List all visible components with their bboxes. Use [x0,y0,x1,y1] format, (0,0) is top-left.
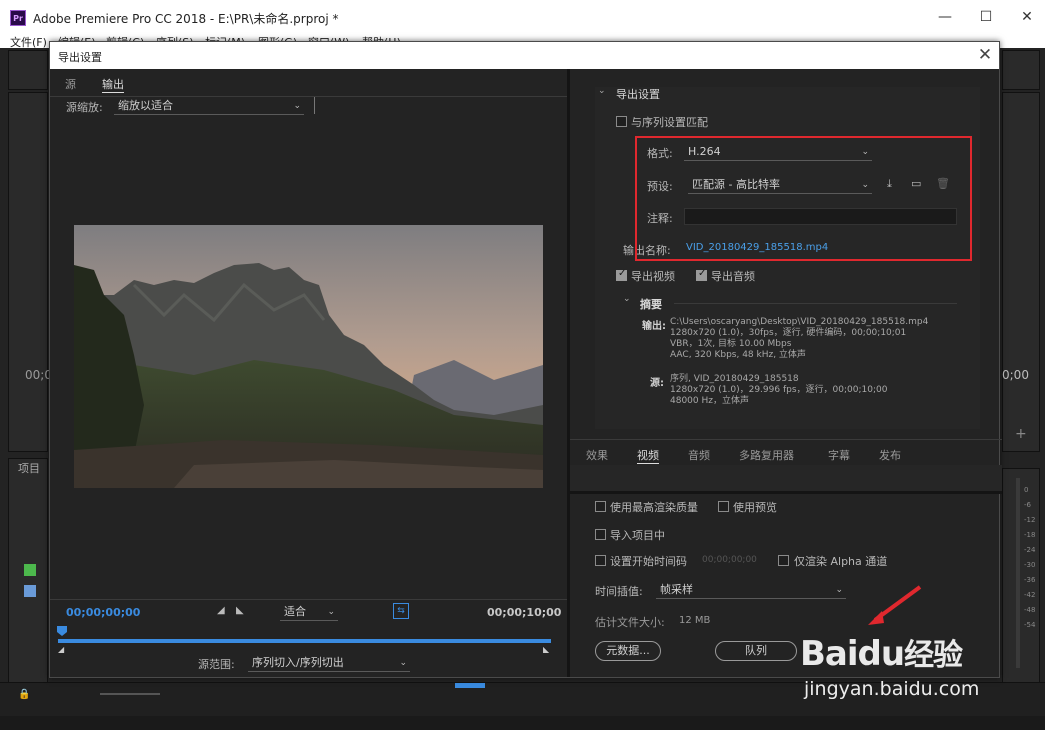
time-interpolation-dropdown[interactable]: 帧采样 ⌄ [656,582,846,599]
use-previews-checkbox[interactable] [718,501,729,512]
lock-icon[interactable]: 🔒 [18,689,30,700]
clip-blue-swatch [24,585,36,597]
out-point-icon[interactable]: ◣ [543,645,549,654]
export-video-checkbox[interactable] [616,268,627,281]
match-sequence-checkbox[interactable] [616,116,627,127]
max-render-quality-label: 使用最高渲染质量 [610,501,698,514]
watermark-url: jingyan.baidu.com [804,678,980,700]
bg-timecode-left: 00;0 [25,368,52,382]
source-scale-label: 源缩放: [66,101,103,114]
minimize-icon[interactable]: — [925,4,965,30]
export-audio-checkbox[interactable] [696,268,707,281]
tab-publish[interactable]: 发布 [879,447,901,463]
summary-output-label: 输出: [642,321,666,332]
maximize-icon[interactable]: ☐ [966,4,1006,30]
tab-source[interactable]: 源 [65,76,76,92]
add-icon[interactable]: + [1015,426,1027,442]
fit-dropdown[interactable]: 适合 ⌄ [280,604,338,621]
highlight-annotation-box [635,136,972,261]
collapse-chevron-icon[interactable]: ⌄ [598,86,606,96]
summary-title: 摘要 [640,298,662,311]
import-into-project-label: 导入项目中 [610,529,665,542]
tab-effects[interactable]: 效果 [586,447,608,463]
preview-end-timecode: 00;00;10;00 [487,606,562,619]
tab-output[interactable]: 输出 [102,76,124,93]
dialog-title-bar: 导出设置 ✕ [50,42,999,69]
timeline-marker [455,683,485,688]
source-range-label: 源范围: [198,658,235,671]
chevron-down-icon: ⌄ [293,101,301,111]
start-timecode-value: 00;00;00;00 [702,555,757,565]
window-close-icon[interactable]: ✕ [1007,4,1045,30]
bg-timecode-right: 0;00 [1002,368,1029,382]
summary-source-label: 源: [650,378,664,389]
max-render-quality-checkbox[interactable] [595,501,606,512]
import-into-project-checkbox[interactable] [595,529,606,540]
file-size-label: 估计文件大小: [595,616,665,629]
source-scale-dropdown[interactable]: 缩放以适合 ⌄ [114,98,304,115]
summary-output-text: C:\Users\oscaryang\Desktop\VID_20180429_… [670,317,929,360]
use-previews-label: 使用预览 [733,501,777,514]
bg-project-tab[interactable]: 项目 [18,460,40,476]
tab-multiplexer[interactable]: 多路复用器 [739,447,794,463]
chevron-down-icon: ⌄ [399,658,407,668]
preview-pane: 源 输出 源缩放: 缩放以适合 ⌄ 00;00;00;00 ◢ ◣ 适合 ⌄ ⇆… [50,69,567,677]
time-interpolation-label: 时间插值: [595,585,643,598]
queue-button[interactable]: 队列 [715,641,797,661]
export-audio-label: 导出音频 [711,270,755,283]
playhead-icon[interactable] [57,626,67,636]
landscape-photo [74,225,543,488]
metadata-button[interactable]: 元数据... [595,641,661,661]
chevron-down-icon: ⌄ [327,607,335,617]
zoom-slider[interactable] [100,693,160,695]
dialog-title: 导出设置 [58,51,102,64]
mark-out-icon[interactable]: ◣ [236,605,244,616]
tab-captions[interactable]: 字幕 [828,447,850,463]
program-monitor-panel [1002,92,1040,452]
summary-chevron-icon[interactable]: ⌄ [623,294,631,304]
tab-audio[interactable]: 音频 [688,447,710,463]
preview-start-timecode[interactable]: 00;00;00;00 [66,606,140,619]
render-alpha-checkbox[interactable] [778,555,789,566]
video-preview-frame [74,225,543,488]
set-start-timecode-label: 设置开始时间码 [610,555,687,568]
set-start-timecode-checkbox[interactable] [595,555,606,566]
aspect-correction-icon[interactable]: ⇆ [393,603,409,619]
baidu-watermark: Baidu经验 jingyan.baidu.com [800,585,1040,720]
export-video-label: 导出视频 [631,270,675,283]
chevron-down-icon: ⌄ [835,585,843,595]
in-point-icon[interactable]: ◢ [58,645,64,654]
render-alpha-label: 仅渲染 Alpha 通道 [794,555,888,568]
source-monitor-panel [8,92,48,452]
app-title-bar: Pr Adobe Premiere Pro CC 2018 - E:\PR\未命… [0,0,1045,34]
export-settings-header: 导出设置 [616,88,660,101]
close-icon[interactable]: ✕ [974,44,996,66]
file-size-value: 12 MB [679,615,711,626]
mark-in-icon[interactable]: ◢ [217,605,225,616]
app-title: Adobe Premiere Pro CC 2018 - E:\PR\未命名.p… [33,12,339,26]
source-range-dropdown[interactable]: 序列切入/序列切出 ⌄ [248,655,410,672]
watermark-brand: Baidu经验 [800,634,963,674]
premiere-logo-icon: Pr [10,10,26,26]
menu-item-file[interactable]: 文件(F) [10,34,47,48]
match-sequence-label: 与序列设置匹配 [631,116,708,129]
preview-timeline-bar[interactable] [58,639,551,643]
red-arrow-icon [868,585,922,625]
clip-green-swatch [24,564,36,576]
tab-video[interactable]: 视频 [637,447,659,464]
summary-source-text: 序列, VID_20180429_185518 1280x720 (1.0)，2… [670,374,888,406]
